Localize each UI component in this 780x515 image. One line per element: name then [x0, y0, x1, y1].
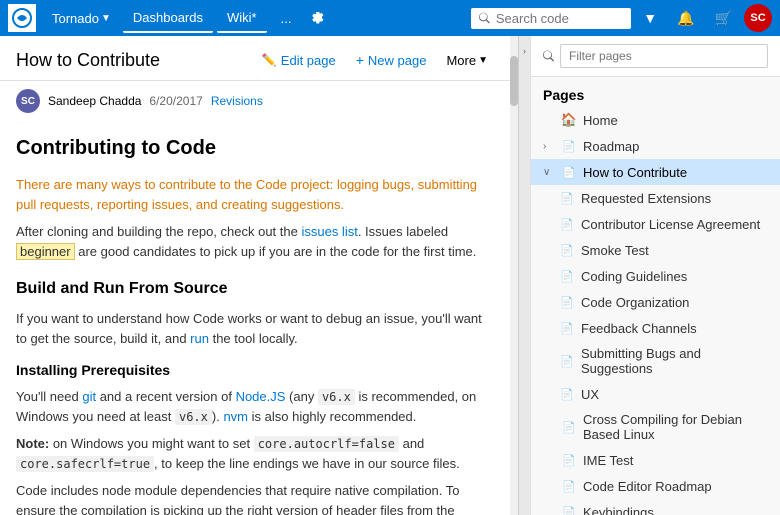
logo[interactable] — [8, 4, 36, 32]
search-input[interactable] — [496, 11, 623, 26]
doc-icon: 📄 — [559, 386, 575, 402]
nav-wiki[interactable]: Wiki* — [217, 4, 267, 33]
sidebar-item-roadmap[interactable]: › 📄 Roadmap — [531, 133, 780, 159]
sidebar-item-code-organization[interactable]: 📄 Code Organization — [531, 289, 780, 315]
v6x-code: v6.x — [318, 389, 355, 405]
prereq-heading: Installing Prerequisites — [16, 360, 494, 381]
article-content: Contributing to Code There are many ways… — [0, 121, 510, 515]
author-bar: SC Sandeep Chadda 6/20/2017 Revisions — [0, 81, 510, 121]
doc-icon: 📄 — [561, 419, 577, 435]
sidebar-item-how-to-contribute[interactable]: ∨ 📄 How to Contribute — [531, 159, 780, 185]
filter-search-icon — [543, 50, 554, 62]
build-paragraph: If you want to understand how Code works… — [16, 309, 494, 348]
note-label: Note: — [16, 436, 49, 451]
git-link[interactable]: git — [82, 389, 96, 404]
doc-icon: 📄 — [561, 138, 577, 154]
edit-page-button[interactable]: ✏️ Edit page — [256, 49, 342, 72]
author-date: 6/20/2017 — [149, 94, 202, 108]
scrollbar-thumb[interactable] — [510, 56, 518, 106]
chevron-right-icon: › — [543, 141, 555, 152]
search-expand-btn[interactable]: ▼ — [635, 6, 665, 30]
build-heading: Build and Run From Source — [16, 277, 494, 301]
nvm-link[interactable]: nvm — [223, 409, 248, 424]
doc-icon: 📄 — [559, 294, 575, 310]
doc-icon: 📄 — [561, 504, 577, 515]
home-icon: 🏠 — [561, 112, 577, 128]
autocrlf-code: core.autocrlf=false — [254, 436, 399, 452]
sidebar-item-keybindings[interactable]: 📄 Keybindings — [531, 499, 780, 515]
search-box[interactable] — [471, 8, 631, 29]
notifications-icon[interactable]: 🔔 — [669, 6, 702, 31]
clone-paragraph: After cloning and building the repo, che… — [16, 222, 494, 261]
sidebar-item-feedback-channels[interactable]: 📄 Feedback Channels — [531, 315, 780, 341]
doc-icon: 📄 — [559, 320, 575, 336]
electron-paragraph: Code includes node module dependencies t… — [16, 481, 494, 515]
sidebar-item-submitting-bugs[interactable]: 📄 Submitting Bugs and Suggestions — [531, 341, 780, 381]
prereq-paragraph: You'll need git and a recent version of … — [16, 387, 494, 426]
new-page-button[interactable]: + New page — [350, 48, 433, 72]
sidebar-item-smoke-test[interactable]: 📄 Smoke Test — [531, 237, 780, 263]
pages-header: Pages — [531, 77, 780, 107]
settings-icon[interactable] — [309, 4, 325, 32]
article-main-heading: Contributing to Code — [16, 133, 494, 163]
content-area: How to Contribute ✏️ Edit page + New pag… — [0, 36, 510, 515]
doc-icon: 📄 — [561, 164, 577, 180]
search-icon — [479, 12, 490, 24]
doc-icon: 📄 — [559, 242, 575, 258]
revisions-link[interactable]: Revisions — [211, 94, 263, 108]
page-title: How to Contribute — [16, 50, 244, 71]
sidebar-item-code-editor-roadmap[interactable]: 📄 Code Editor Roadmap — [531, 473, 780, 499]
doc-icon: 📄 — [559, 353, 575, 369]
nav-dashboards[interactable]: Dashboards — [123, 4, 213, 33]
safecrlf-code: core.safecrlf=true — [16, 456, 154, 472]
doc-icon: 📄 — [561, 478, 577, 494]
beginner-badge: beginner — [16, 243, 75, 260]
sidebar-collapse-btn[interactable]: › — [518, 36, 530, 515]
plus-icon: + — [356, 52, 364, 68]
more-button[interactable]: More ▼ — [440, 49, 494, 72]
doc-icon: 📄 — [559, 268, 575, 284]
chevron-down-icon: ∨ — [543, 167, 555, 178]
project-selector[interactable]: Tornado ▼ — [44, 7, 119, 30]
run-link[interactable]: run — [190, 331, 209, 346]
sidebar-item-requested-extensions[interactable]: 📄 Requested Extensions — [531, 185, 780, 211]
intro-paragraph: There are many ways to contribute to the… — [16, 175, 494, 214]
scrollbar-track[interactable] — [510, 36, 518, 515]
edit-icon: ✏️ — [262, 53, 277, 67]
sidebar-item-contributor-license[interactable]: 📄 Contributor License Agreement — [531, 211, 780, 237]
sidebar-item-home[interactable]: 🏠 Home — [531, 107, 780, 133]
sidebar: Pages 🏠 Home › 📄 Roadmap ∨ 📄 How to Cont… — [530, 36, 780, 515]
issues-list-link[interactable]: issues list — [301, 224, 357, 239]
sidebar-item-ux[interactable]: 📄 UX — [531, 381, 780, 407]
top-nav: Tornado ▼ Dashboards Wiki* ... ▼ 🔔 🛒 SC — [0, 0, 780, 36]
sidebar-item-ime-test[interactable]: 📄 IME Test — [531, 447, 780, 473]
author-name: Sandeep Chadda — [48, 94, 141, 108]
note-paragraph: Note: on Windows you might want to set c… — [16, 434, 494, 473]
author-avatar: SC — [16, 89, 40, 113]
filter-pages-input[interactable] — [560, 44, 768, 68]
page-header: How to Contribute ✏️ Edit page + New pag… — [0, 36, 510, 81]
sidebar-filter-box — [531, 36, 780, 77]
nodejs-link[interactable]: Node.JS — [236, 389, 286, 404]
sidebar-item-coding-guidelines[interactable]: 📄 Coding Guidelines — [531, 263, 780, 289]
avatar[interactable]: SC — [744, 4, 772, 32]
chevron-down-icon: ▼ — [478, 55, 488, 66]
doc-icon: 📄 — [561, 452, 577, 468]
doc-icon: 📄 — [559, 216, 575, 232]
v6x2-code: v6.x — [175, 409, 212, 425]
main-layout: How to Contribute ✏️ Edit page + New pag… — [0, 36, 780, 515]
sidebar-item-cross-compiling[interactable]: 📄 Cross Compiling for Debian Based Linux — [531, 407, 780, 447]
basket-icon[interactable]: 🛒 — [707, 6, 740, 31]
doc-icon: 📄 — [559, 190, 575, 206]
page-actions: ✏️ Edit page + New page More ▼ — [256, 48, 494, 72]
collapse-icon: › — [523, 46, 526, 56]
nav-more[interactable]: ... — [271, 5, 302, 32]
